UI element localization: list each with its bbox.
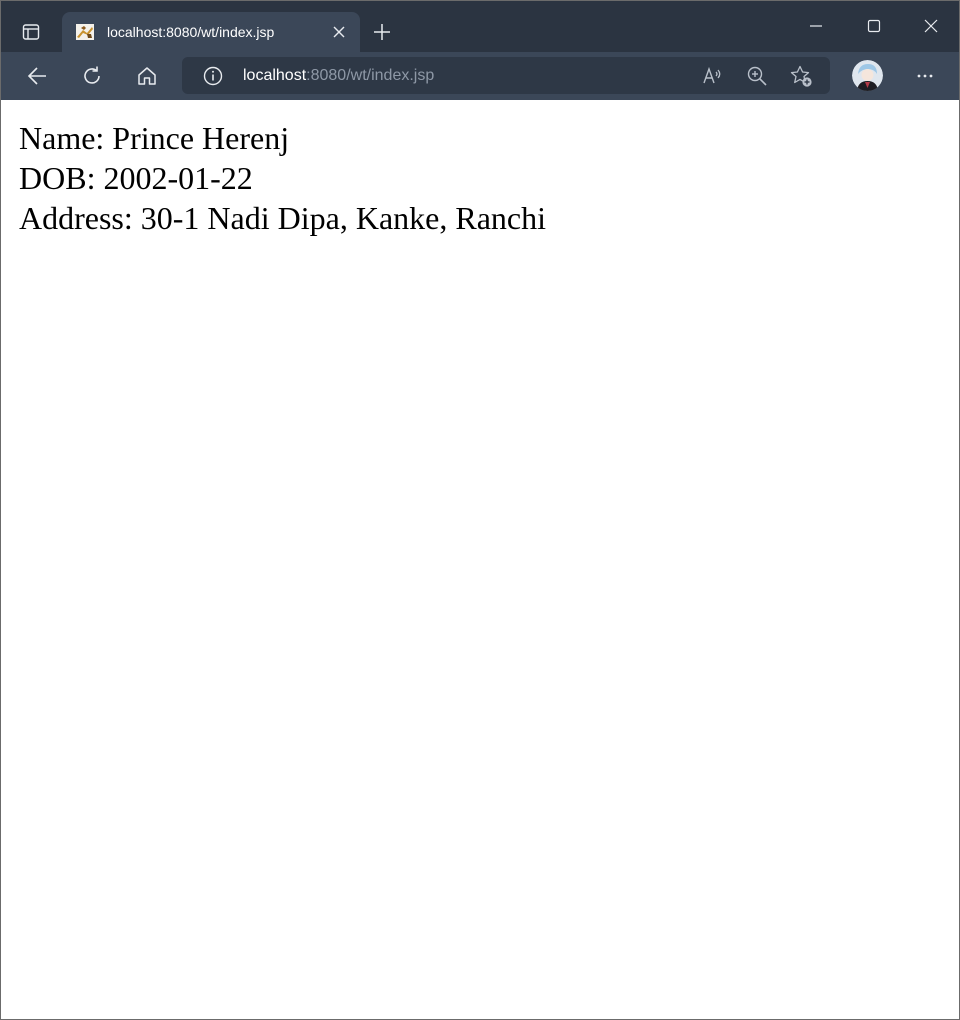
name-line: Name: Prince Herenj	[19, 120, 290, 156]
zoom-button[interactable]	[745, 64, 769, 88]
back-button[interactable]	[22, 61, 52, 91]
address-line: Address: 30-1 Nadi Dipa, Kanke, Ranchi	[19, 200, 546, 236]
read-aloud-icon	[703, 66, 721, 84]
refresh-icon	[84, 66, 100, 84]
navigation-toolbar: localhost:8080/wt/index.jsp	[1, 52, 959, 100]
address-bar[interactable]: localhost:8080/wt/index.jsp	[182, 57, 830, 94]
home-button[interactable]	[132, 61, 162, 91]
tab-title: localhost:8080/wt/index.jsp	[107, 24, 275, 40]
page-content: Name: Prince Herenj DOB: 2002-01-22 Addr…	[1, 100, 959, 1019]
new-tab-button[interactable]	[371, 21, 393, 43]
close-icon	[333, 26, 345, 38]
active-tab[interactable]: localhost:8080/wt/index.jsp	[62, 12, 360, 53]
maximize-icon	[867, 19, 881, 33]
minimize-button[interactable]	[801, 11, 831, 41]
refresh-button[interactable]	[77, 61, 107, 91]
avatar	[852, 60, 883, 91]
dob-line: DOB: 2002-01-22	[19, 160, 253, 196]
add-favorite-icon	[790, 65, 812, 87]
profile-avatar[interactable]	[852, 60, 883, 91]
tomcat-icon	[76, 24, 94, 40]
site-info-button[interactable]	[202, 65, 224, 87]
close-icon	[924, 19, 938, 33]
tab-close-button[interactable]	[329, 22, 349, 42]
info-icon	[203, 66, 223, 86]
url-path: :8080/wt/index.jsp	[306, 67, 435, 84]
more-icon	[917, 74, 933, 78]
minimize-icon	[810, 25, 822, 27]
plus-icon	[374, 24, 390, 40]
tab-actions-icon	[22, 24, 40, 40]
title-bar: localhost:8080/wt/index.jsp	[1, 1, 959, 53]
window-close-button[interactable]	[916, 11, 946, 41]
back-arrow-icon	[27, 67, 46, 85]
browser-window: localhost:8080/wt/index.jsp localhost:80…	[0, 0, 960, 1020]
maximize-button[interactable]	[859, 11, 889, 41]
add-favorite-button[interactable]	[789, 64, 813, 88]
settings-more-button[interactable]	[910, 61, 940, 91]
student-record: Name: Prince Herenj DOB: 2002-01-22 Addr…	[19, 118, 546, 238]
home-icon	[138, 67, 156, 85]
tab-actions-button[interactable]	[1, 11, 61, 53]
url-host: localhost	[243, 67, 307, 84]
zoom-in-icon	[747, 66, 767, 86]
read-aloud-button[interactable]	[700, 64, 724, 88]
url-text[interactable]: localhost:8080/wt/index.jsp	[243, 66, 434, 86]
